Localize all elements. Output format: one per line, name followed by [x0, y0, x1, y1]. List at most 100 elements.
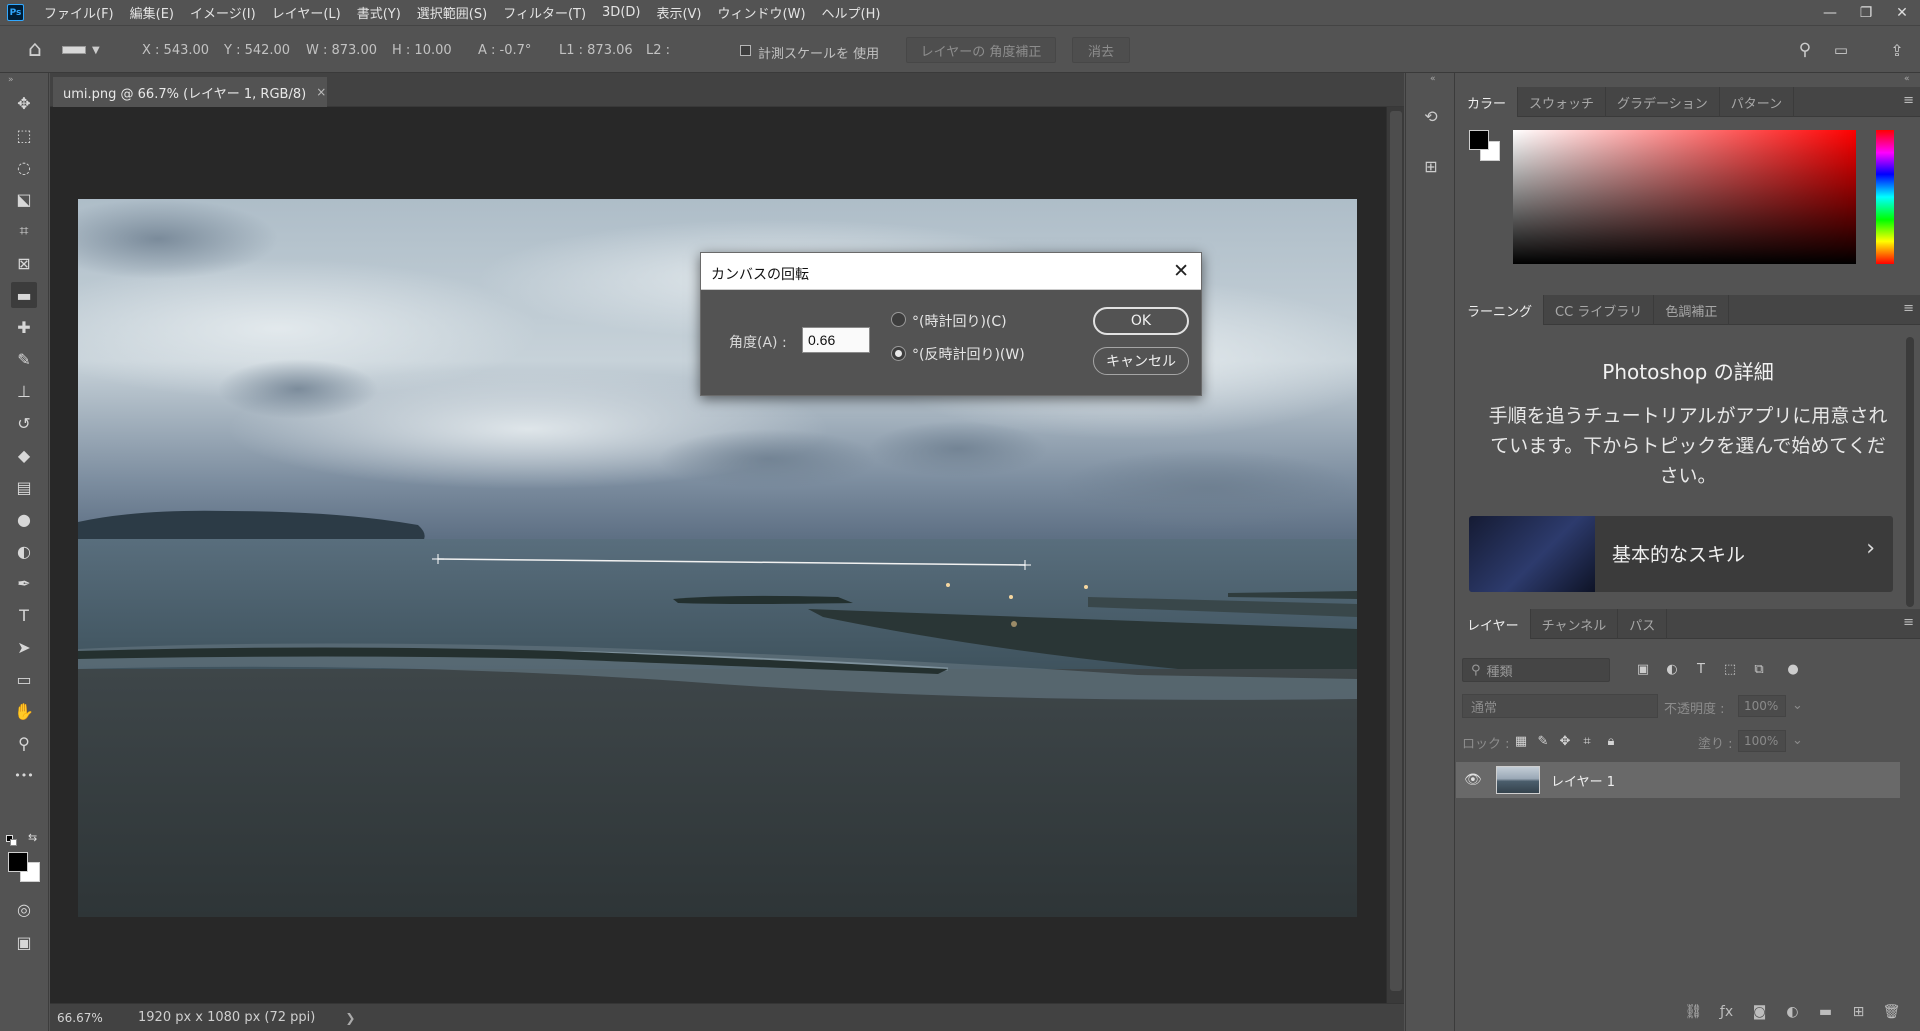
color-spectrum-picker[interactable]	[1513, 130, 1856, 264]
home-icon[interactable]: ⌂	[22, 36, 48, 62]
scrollbar-thumb[interactable]	[1390, 111, 1402, 991]
hand-tool-icon[interactable]: ✋	[11, 698, 37, 724]
shape-tool-icon[interactable]: ▭	[11, 666, 37, 692]
dodge-tool-icon[interactable]: ◐	[11, 538, 37, 564]
tab-channels[interactable]: チャンネル	[1531, 609, 1619, 639]
lock-artboard-icon[interactable]: ⌗	[1578, 732, 1596, 750]
clockwise-label[interactable]: °(時計回り)(C)	[912, 311, 1007, 331]
gradient-tool-icon[interactable]: ▤	[11, 474, 37, 500]
search-icon[interactable]: ⚲	[1792, 37, 1818, 63]
new-group-icon[interactable]: ▬	[1809, 1004, 1842, 1020]
menu-type[interactable]: 書式(Y)	[349, 3, 409, 22]
panel-collapse-icon[interactable]: «	[1904, 74, 1910, 84]
menu-3d[interactable]: 3D(D)	[594, 5, 648, 20]
foreground-color-swatch[interactable]	[8, 852, 28, 872]
tab-cc-libraries[interactable]: CC ライブラリ	[1544, 295, 1655, 325]
tab-swatches[interactable]: スウォッチ	[1518, 87, 1607, 117]
path-select-tool-icon[interactable]: ➤	[11, 634, 37, 660]
layer-kind-filter[interactable]: ⚲ 種類	[1462, 658, 1610, 682]
fill-input[interactable]: 100%	[1738, 730, 1786, 752]
learn-panel-scrollbar[interactable]	[1906, 337, 1914, 607]
learn-panel-menu-icon[interactable]: ≡	[1903, 301, 1914, 316]
tab-layers[interactable]: レイヤー	[1456, 609, 1531, 639]
zoom-level[interactable]: 66.67%	[50, 1011, 110, 1025]
pixel-filter-icon[interactable]: ▣	[1634, 660, 1652, 678]
zoom-tool-icon[interactable]: ⚲	[11, 730, 37, 756]
history-brush-tool-icon[interactable]: ↺	[11, 410, 37, 436]
ruler-tool-icon[interactable]: ▬	[11, 282, 37, 308]
clockwise-radio[interactable]	[891, 312, 906, 327]
menu-select[interactable]: 選択範囲(S)	[409, 3, 495, 22]
cancel-button[interactable]: キャンセル	[1093, 347, 1189, 375]
eraser-tool-icon[interactable]: ◆	[11, 442, 37, 468]
tab-patterns[interactable]: パターン	[1720, 87, 1795, 117]
lock-position-icon[interactable]: ✥	[1556, 732, 1574, 750]
quick-mask-icon[interactable]: ◎	[11, 896, 37, 922]
shape-filter-icon[interactable]: ⬚	[1721, 660, 1739, 678]
marquee-tool-icon[interactable]: ⬚	[11, 122, 37, 148]
adjustment-filter-icon[interactable]: ◐	[1663, 660, 1681, 678]
screen-mode-icon[interactable]: ▣	[11, 929, 37, 955]
tab-learn[interactable]: ラーニング	[1456, 295, 1545, 325]
minimize-button[interactable]: —	[1812, 0, 1848, 25]
share-icon[interactable]: ⇪	[1884, 37, 1910, 63]
history-panel-icon[interactable]: ⟲	[1418, 103, 1444, 129]
type-filter-icon[interactable]: T	[1692, 660, 1710, 678]
opacity-input[interactable]: 100%	[1738, 695, 1786, 717]
swap-colors-icon[interactable]: ⇆	[28, 831, 37, 844]
default-colors-icon[interactable]	[6, 835, 18, 846]
smart-object-filter-icon[interactable]: ⧉	[1750, 660, 1768, 678]
layer-style-icon[interactable]: ƒx	[1710, 1004, 1743, 1020]
visibility-eye-icon[interactable]: 👁︎	[1464, 772, 1484, 788]
layers-panel-menu-icon[interactable]: ≡	[1903, 615, 1914, 630]
menu-layer[interactable]: レイヤー(L)	[264, 3, 349, 22]
menu-window[interactable]: ウィンドウ(W)	[710, 3, 814, 22]
new-adjustment-icon[interactable]: ◐	[1776, 1004, 1809, 1020]
menu-edit[interactable]: 編集(E)	[122, 3, 182, 22]
angle-input[interactable]	[802, 327, 870, 353]
layer-row[interactable]: 👁︎ レイヤー 1	[1456, 762, 1900, 798]
menu-file[interactable]: ファイル(F)	[36, 3, 122, 22]
fill-chevron-icon[interactable]: ⌄	[1792, 733, 1803, 748]
ok-button[interactable]: OK	[1093, 307, 1189, 335]
tool-preset-picker[interactable]: ▼	[62, 37, 122, 63]
straighten-layer-button[interactable]: レイヤーの 角度補正	[906, 37, 1056, 63]
toolbar-collapse-icon[interactable]: »	[8, 75, 14, 85]
stamp-tool-icon[interactable]: ⊥	[11, 378, 37, 404]
tab-adjustments[interactable]: 色調補正	[1654, 295, 1730, 325]
canvas-scrollbar[interactable]	[1386, 107, 1404, 1003]
more-tools-icon[interactable]: •••	[11, 762, 37, 788]
object-select-tool-icon[interactable]: ⬕	[11, 186, 37, 212]
document-tab[interactable]: umi.png @ 66.7% (レイヤー 1, RGB/8) ×	[53, 77, 327, 107]
properties-panel-icon[interactable]: ⊞	[1418, 153, 1444, 179]
opacity-chevron-icon[interactable]: ⌄	[1792, 698, 1803, 713]
close-window-button[interactable]: ✕	[1884, 0, 1920, 25]
counterclockwise-label[interactable]: °(反時計回り)(W)	[912, 344, 1025, 364]
menu-image[interactable]: イメージ(I)	[182, 3, 264, 22]
type-tool-icon[interactable]: T	[11, 602, 37, 628]
pen-tool-icon[interactable]: ✒	[11, 570, 37, 596]
hue-slider[interactable]	[1876, 130, 1894, 264]
lock-all-icon[interactable]: 🔒︎	[1602, 732, 1620, 750]
filter-toggle-icon[interactable]: ●	[1784, 660, 1802, 678]
dialog-close-icon[interactable]: ✕	[1173, 260, 1189, 282]
blur-tool-icon[interactable]: ●	[11, 506, 37, 532]
menu-filter[interactable]: フィルター(T)	[495, 3, 594, 22]
new-layer-icon[interactable]: ⊞	[1842, 1004, 1875, 1020]
color-panel-menu-icon[interactable]: ≡	[1903, 93, 1914, 108]
clear-button[interactable]: 消去	[1072, 37, 1130, 63]
lock-image-icon[interactable]: ✎	[1534, 732, 1552, 750]
healing-brush-tool-icon[interactable]: ✚	[11, 314, 37, 340]
brush-tool-icon[interactable]: ✎	[11, 346, 37, 372]
frame-tool-icon[interactable]: ⊠	[11, 250, 37, 276]
crop-tool-icon[interactable]: ⌗	[11, 218, 37, 244]
tab-color[interactable]: カラー	[1456, 87, 1519, 117]
workspace-icon[interactable]: ▭	[1828, 37, 1854, 63]
delete-layer-icon[interactable]: 🗑︎	[1875, 1004, 1908, 1020]
color-panel-foreground-swatch[interactable]	[1469, 130, 1489, 150]
tab-gradients[interactable]: グラデーション	[1606, 87, 1720, 117]
use-measurement-scale-checkbox[interactable]	[740, 45, 751, 56]
restore-button[interactable]: ❐	[1848, 0, 1884, 25]
link-layers-icon[interactable]: ⛓	[1677, 1004, 1710, 1020]
counterclockwise-radio[interactable]	[891, 346, 906, 361]
